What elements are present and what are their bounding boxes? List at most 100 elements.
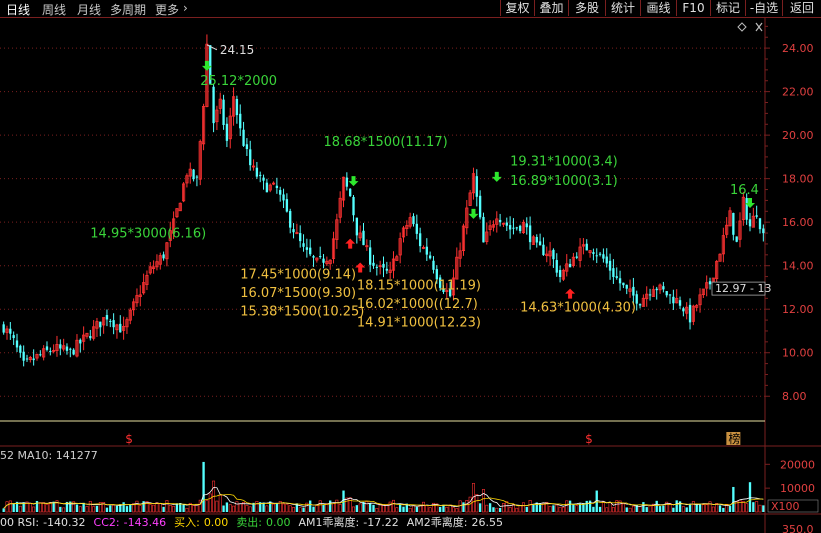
volume-bar [342, 490, 345, 512]
volume-bar [558, 506, 562, 513]
price-annotation: 16.07*1500(9.30) [240, 286, 356, 301]
candle-body [285, 199, 289, 212]
y-tick-label: 24.00 [782, 42, 814, 55]
volume-bar [228, 504, 232, 513]
candle-body [119, 323, 122, 333]
candle-body [355, 217, 359, 236]
candle-body [735, 236, 738, 242]
volume-bar [248, 506, 252, 513]
candle-body [105, 315, 109, 320]
candle-body [322, 258, 325, 263]
volume-bar [109, 505, 112, 512]
price-annotation: 19.31*1000(3.4) [510, 155, 618, 170]
vol-tick-label: 10000 [780, 482, 815, 495]
volume-bar [92, 506, 96, 513]
volume-bar [741, 501, 745, 513]
candle-body [732, 212, 735, 235]
volume-bar [425, 504, 429, 513]
volume-bar [648, 505, 652, 513]
candle-body [245, 144, 249, 150]
y-tick-label: 22.00 [782, 86, 814, 99]
volume-bar [611, 507, 615, 513]
volume-bar [675, 500, 678, 512]
volume-bar [148, 504, 152, 513]
candle-body [362, 230, 365, 246]
candle-body [708, 281, 712, 285]
volume-bar [338, 504, 342, 513]
candle-body [542, 244, 545, 256]
volume-bar [309, 500, 312, 512]
price-annotation: 16.02*1000((12.7) [357, 297, 478, 312]
volume-bar [185, 507, 189, 513]
candle-body [239, 113, 242, 129]
candle-body [45, 346, 49, 350]
volume-bar [532, 504, 535, 512]
price-annotation: 15.38*1500(10.25) [240, 305, 364, 320]
price-annotation: 16.4 [730, 183, 759, 198]
candle-body [615, 276, 618, 278]
price-annotation: 14.63*1000(4.30) [520, 300, 636, 315]
volume-bar [378, 504, 382, 513]
volume-bar [585, 500, 588, 512]
arrow-down-icon [348, 176, 359, 187]
diamond-icon[interactable] [737, 22, 747, 32]
candle-body [2, 324, 5, 333]
volume-bar [732, 486, 735, 512]
candle-body [538, 241, 542, 246]
volume-bar [402, 506, 405, 512]
volume-bar [48, 502, 52, 513]
candle-body [302, 243, 305, 247]
indicator-number: 0.00 [203, 516, 229, 529]
volume-bar [8, 500, 12, 513]
volume-bar [462, 502, 465, 512]
volume-bar [12, 503, 15, 512]
arrow-up-icon [355, 262, 366, 273]
volume-bar [95, 505, 99, 512]
candle-body [109, 320, 112, 322]
volume-bar [395, 507, 399, 513]
indicator-value: 卖出: 0.00 [236, 516, 294, 529]
volume-bar [605, 507, 609, 513]
candle-body [592, 252, 595, 254]
candle-body [555, 260, 558, 273]
candle-body [382, 263, 385, 268]
volume-bar [695, 503, 698, 512]
close-icon[interactable] [755, 22, 763, 32]
volume-header: 52 MA10: 141277 [0, 449, 98, 462]
event-marker: 榜 [728, 431, 740, 446]
volume-bar [335, 499, 339, 513]
candle-body [648, 294, 652, 296]
volume-bar [722, 507, 725, 512]
indicator-number: 26.55 [471, 516, 503, 529]
candle-body [625, 284, 628, 289]
candle-body [345, 177, 349, 187]
volume-bar [265, 505, 269, 513]
volume-bar [498, 507, 502, 512]
indicator-value: AM1乖离度: -17.22 [299, 516, 403, 529]
candle-body [665, 291, 668, 296]
event-markers: $ $ 榜 [125, 431, 740, 446]
volume-bar [752, 502, 755, 512]
kline-chart[interactable]: 24.00 22.00 20.00 18.00 16.00 14.00 12.00 10.00… [0, 0, 821, 533]
candle-body [15, 340, 19, 348]
y-tick-label: 12.00 [782, 303, 814, 316]
volume-bar [85, 506, 89, 513]
volume-bar [681, 506, 685, 513]
volume-bar [445, 506, 449, 513]
volume-bar [601, 501, 605, 513]
candle-body [598, 253, 602, 255]
volume-bar [192, 505, 196, 513]
volume-bar [592, 506, 595, 512]
candle-body [418, 233, 422, 247]
volume-bar [708, 501, 712, 513]
volume-bar [758, 504, 762, 513]
price-annotations: 25.12*2000 14.95*3000(6.16) 18.68*1500(11.… [90, 74, 759, 331]
volume-bar [135, 500, 139, 513]
volume-bar [492, 507, 495, 512]
volume-bar [631, 505, 635, 513]
candle-body [162, 254, 165, 259]
candle-body [49, 351, 52, 353]
volume-bar [129, 504, 132, 512]
indicator-label: 买入: [174, 516, 200, 529]
volume-bar [302, 507, 305, 512]
